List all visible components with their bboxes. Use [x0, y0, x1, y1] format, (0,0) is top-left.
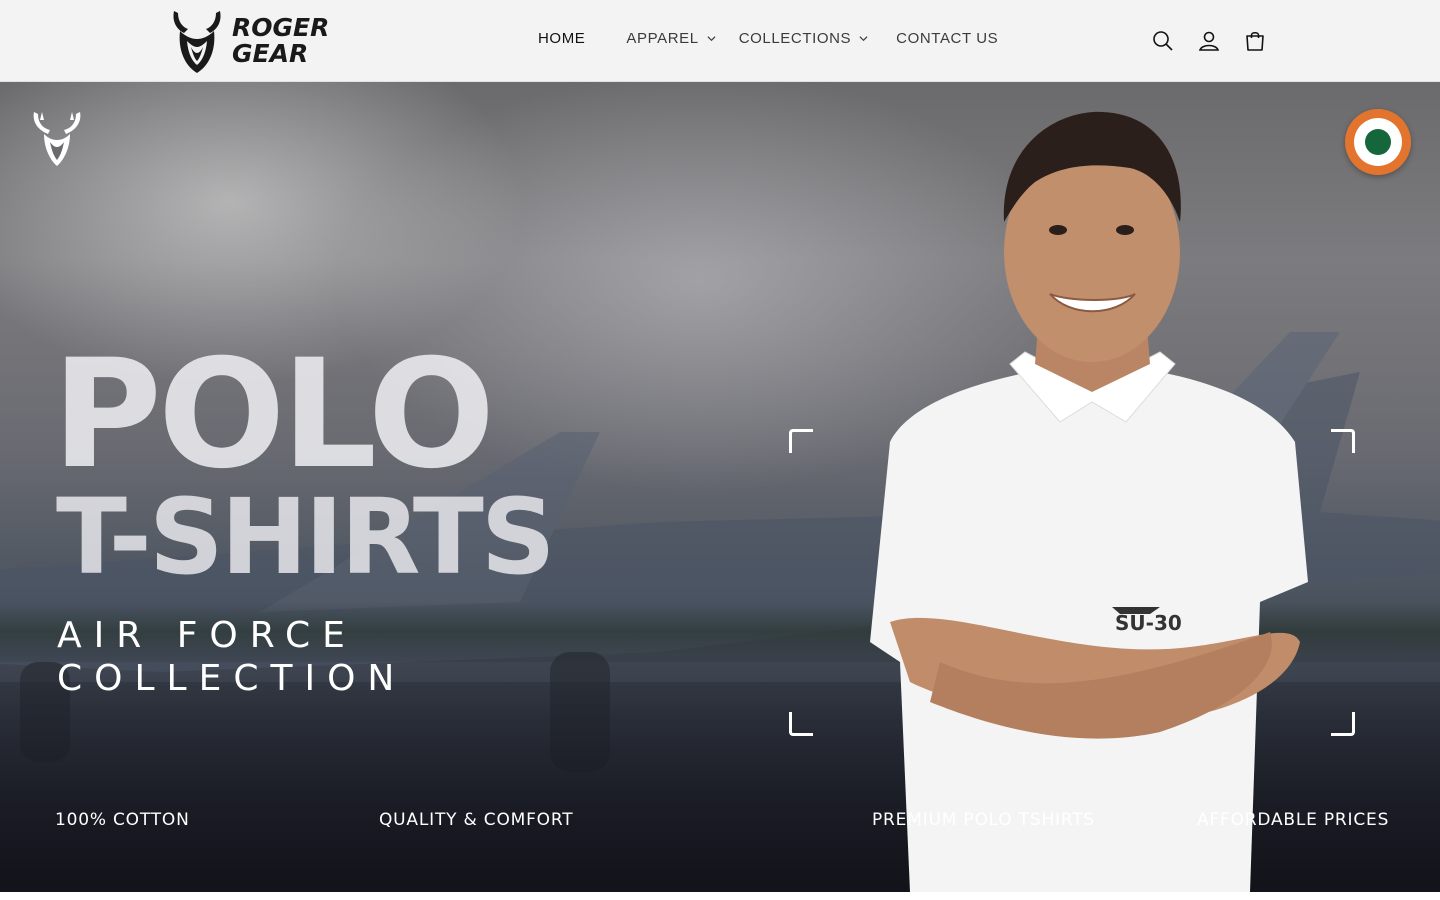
hero-subtitle-line1: AIR FORCE	[57, 615, 357, 656]
hero-features: 100% COTTON QUALITY & COMFORT PREMIUM PO…	[0, 810, 1440, 834]
frame-corner-bottom-left	[789, 712, 813, 736]
cart-button[interactable]	[1243, 27, 1267, 55]
feature-affordable-prices: AFFORDABLE PRICES	[1197, 810, 1390, 830]
brand-name-line2: GEAR	[232, 39, 309, 68]
nav-home-label: HOME	[538, 30, 586, 47]
hero-subtitle-line2: COLLECTION	[57, 658, 407, 699]
hero-title-line1: POLO	[52, 328, 495, 502]
brand-name-line1: ROGER	[232, 13, 330, 42]
account-button[interactable]	[1197, 27, 1221, 55]
feature-premium-polo: PREMIUM POLO TSHIRTS	[872, 810, 1096, 830]
hero-banner[interactable]: SU-30 POLO T-SHIRTS AIR FORCE COLLECTION…	[0, 82, 1440, 892]
nav-collections[interactable]: COLLECTIONS	[739, 30, 868, 47]
deer-antler-icon	[33, 112, 81, 166]
model-in-polo-shirt-image: SU-30	[870, 111, 1308, 892]
nav-contact-us[interactable]: CONTACT US	[896, 30, 998, 47]
search-button[interactable]	[1151, 27, 1175, 55]
frame-corner-bottom-right	[1331, 712, 1355, 736]
deer-head-logo-icon	[173, 11, 221, 73]
brand-logo[interactable]: ROGER GEAR	[168, 6, 333, 76]
nav-apparel[interactable]: APPAREL	[626, 30, 716, 47]
header-actions	[1151, 27, 1267, 55]
frame-corner-top-left	[789, 429, 813, 453]
hero-title-line2: T-SHIRTS	[56, 476, 556, 598]
nav-home[interactable]: HOME	[538, 30, 585, 47]
chevron-down-icon	[859, 36, 868, 42]
nav-apparel-label: APPAREL	[626, 30, 699, 47]
account-icon	[1198, 31, 1220, 51]
indian-roundel-badge	[1345, 109, 1411, 175]
chevron-down-icon	[707, 36, 716, 42]
hero-subtitle: AIR FORCE COLLECTION	[57, 614, 406, 700]
feature-quality-comfort: QUALITY & COMFORT	[379, 810, 574, 830]
nav-contact-label: CONTACT US	[896, 30, 999, 47]
frame-corner-top-right	[1331, 429, 1355, 453]
nav-collections-label: COLLECTIONS	[738, 30, 852, 47]
main-nav: HOME APPAREL COLLECTIONS CONTACT US	[538, 30, 998, 47]
feature-cotton: 100% COTTON	[55, 810, 190, 830]
site-header: ROGER GEAR HOME APPAREL COLLECTIONS CONT…	[0, 0, 1440, 82]
cart-icon	[1246, 31, 1264, 51]
search-icon	[1153, 31, 1173, 51]
shirt-badge-text: SU-30	[1115, 611, 1182, 635]
